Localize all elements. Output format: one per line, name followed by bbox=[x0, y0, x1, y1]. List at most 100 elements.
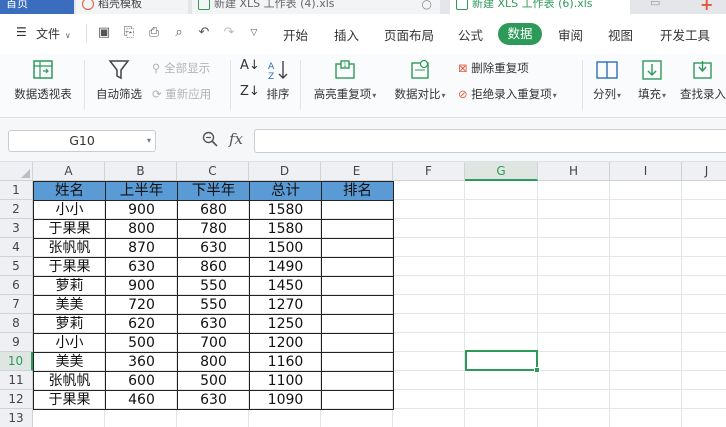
table-cell[interactable]: 620 bbox=[105, 314, 178, 334]
table-cell[interactable]: 700 bbox=[177, 333, 250, 353]
tab-review[interactable]: 审阅 bbox=[558, 25, 583, 44]
table-cell[interactable]: 1490 bbox=[249, 257, 322, 277]
tab-view[interactable]: 视图 bbox=[608, 25, 633, 44]
table-cell[interactable] bbox=[321, 314, 394, 334]
sort-desc-button[interactable]: Z↓ bbox=[240, 84, 260, 99]
table-cell[interactable]: 张帆帆 bbox=[33, 371, 106, 391]
reject-duplicates-button[interactable]: ⊘ 拒绝录入重复项▾ bbox=[458, 86, 557, 102]
show-all-button[interactable]: ⚲ 全部显示 bbox=[152, 60, 210, 76]
save-icon[interactable]: ▣ bbox=[97, 26, 111, 40]
remove-duplicates-button[interactable]: ⊠ 删除重复项 bbox=[458, 60, 529, 76]
chevron-down-icon[interactable]: ▽ bbox=[247, 26, 261, 40]
table-cell[interactable]: 小小 bbox=[33, 200, 106, 220]
table-cell[interactable]: 500 bbox=[105, 333, 178, 353]
tab-developer[interactable]: 开发工具 bbox=[660, 25, 710, 44]
tab-formulas[interactable]: 公式 bbox=[458, 25, 483, 44]
table-cell[interactable]: 460 bbox=[105, 390, 178, 410]
column-header-d[interactable]: D bbox=[249, 162, 321, 181]
row-header-5[interactable]: 5 bbox=[0, 257, 33, 276]
fill-button[interactable]: 填充▾ bbox=[632, 58, 672, 102]
table-cell[interactable]: 1580 bbox=[249, 219, 322, 239]
table-cell[interactable]: 900 bbox=[105, 200, 178, 220]
highlight-duplicates-button[interactable]: 1 高亮重复项▾ bbox=[308, 58, 382, 102]
table-cell[interactable]: 美美 bbox=[33, 352, 106, 372]
spreadsheet-grid[interactable]: ABCDEFGHIJ 1 2 3 4 5 6 7 8 9 10 11 12 13 姓名 上半年 下半年 总计排… bbox=[0, 162, 726, 427]
table-cell[interactable]: 小小 bbox=[33, 333, 106, 353]
table-cell[interactable]: 1580 bbox=[249, 200, 322, 220]
table-cell[interactable]: 630 bbox=[177, 390, 250, 410]
table-cell[interactable]: 美美 bbox=[33, 295, 106, 315]
autofilter-button[interactable]: 自动筛选 bbox=[92, 58, 146, 102]
table-cell[interactable]: 于果果 bbox=[33, 219, 106, 239]
sort-asc-button[interactable]: A↓ bbox=[240, 58, 260, 73]
column-header-b[interactable]: B bbox=[105, 162, 177, 181]
header-cell[interactable]: 排名 bbox=[321, 181, 394, 201]
print-preview-icon[interactable]: ⌕ bbox=[172, 26, 186, 40]
tab-page-layout[interactable]: 页面布局 bbox=[384, 25, 434, 44]
table-cell[interactable]: 550 bbox=[177, 295, 250, 315]
table-cell[interactable]: 870 bbox=[105, 238, 178, 258]
redo-icon[interactable]: ↷ bbox=[222, 26, 236, 40]
table-cell[interactable]: 1270 bbox=[249, 295, 322, 315]
row-header-9[interactable]: 9 bbox=[0, 333, 33, 352]
row-header-4[interactable]: 4 bbox=[0, 238, 33, 257]
chevron-down-icon[interactable]: ▾ bbox=[147, 131, 151, 151]
name-box[interactable]: G10 ▾ bbox=[8, 130, 156, 152]
print-icon[interactable]: ⎙ bbox=[147, 26, 161, 40]
table-cell[interactable]: 800 bbox=[105, 219, 178, 239]
table-cell[interactable]: 500 bbox=[177, 371, 250, 391]
sort-button[interactable]: A Z 排序 bbox=[262, 58, 294, 102]
file-menu[interactable]: 文件 ∨ bbox=[36, 25, 71, 42]
column-header-i[interactable]: I bbox=[610, 162, 682, 181]
header-cell[interactable]: 上半年 bbox=[105, 181, 178, 201]
column-header-g[interactable]: G bbox=[465, 162, 538, 181]
find-entry-button[interactable]: 查找录入 bbox=[680, 58, 726, 102]
table-cell[interactable]: 1450 bbox=[249, 276, 322, 296]
row-header-12[interactable]: 12 bbox=[0, 390, 33, 409]
table-cell[interactable]: 860 bbox=[177, 257, 250, 277]
table-cell[interactable]: 于果果 bbox=[33, 390, 106, 410]
table-cell[interactable]: 600 bbox=[105, 371, 178, 391]
reapply-button[interactable]: ⟳ 重新应用 bbox=[152, 86, 211, 102]
pivot-table-button[interactable]: 数据透视表 bbox=[10, 58, 76, 102]
tab-insert[interactable]: 插入 bbox=[334, 25, 359, 44]
tab-templates[interactable]: 稻壳模板 bbox=[76, 0, 188, 14]
table-cell[interactable]: 780 bbox=[177, 219, 250, 239]
split-column-button[interactable]: 分列▾ bbox=[588, 58, 626, 102]
row-header-2[interactable]: 2 bbox=[0, 200, 33, 219]
table-cell[interactable]: 1200 bbox=[249, 333, 322, 353]
hamburger-icon[interactable]: ☰ bbox=[16, 25, 27, 39]
table-cell[interactable] bbox=[321, 257, 394, 277]
table-cell[interactable]: 萝莉 bbox=[33, 314, 106, 334]
row-header-13[interactable]: 13 bbox=[0, 409, 33, 427]
tab-home[interactable]: 首页 bbox=[0, 0, 74, 14]
table-cell[interactable]: 630 bbox=[177, 238, 250, 258]
column-header-a[interactable]: A bbox=[33, 162, 105, 181]
tab-file-4[interactable]: 新建 XLS 工作表 (4).xls ○ bbox=[192, 0, 440, 14]
row-header-11[interactable]: 11 bbox=[0, 371, 33, 390]
table-cell[interactable]: 1090 bbox=[249, 390, 322, 410]
table-cell[interactable]: 张帆帆 bbox=[33, 238, 106, 258]
header-cell[interactable]: 下半年 bbox=[177, 181, 250, 201]
table-cell[interactable]: 1100 bbox=[249, 371, 322, 391]
table-cell[interactable] bbox=[321, 390, 394, 410]
table-cell[interactable]: 于果果 bbox=[33, 257, 106, 277]
column-header-h[interactable]: H bbox=[538, 162, 610, 181]
table-cell[interactable] bbox=[321, 352, 394, 372]
table-cell[interactable]: 1250 bbox=[249, 314, 322, 334]
undo-icon[interactable]: ↶ bbox=[197, 26, 211, 40]
selected-cell-g10[interactable] bbox=[465, 350, 540, 373]
table-cell[interactable]: 360 bbox=[105, 352, 178, 372]
table-cell[interactable] bbox=[321, 238, 394, 258]
column-header-e[interactable]: E bbox=[321, 162, 393, 181]
new-tab-button[interactable]: + bbox=[700, 0, 713, 14]
data-compare-button[interactable]: 数据对比▾ bbox=[388, 58, 452, 102]
table-cell[interactable] bbox=[321, 371, 394, 391]
table-cell[interactable] bbox=[321, 276, 394, 296]
row-header-1[interactable]: 1 bbox=[0, 181, 33, 200]
table-cell[interactable] bbox=[321, 333, 394, 353]
formula-input[interactable] bbox=[254, 129, 726, 153]
header-cell[interactable]: 总计 bbox=[249, 181, 322, 201]
table-cell[interactable]: 萝莉 bbox=[33, 276, 106, 296]
table-cell[interactable]: 720 bbox=[105, 295, 178, 315]
